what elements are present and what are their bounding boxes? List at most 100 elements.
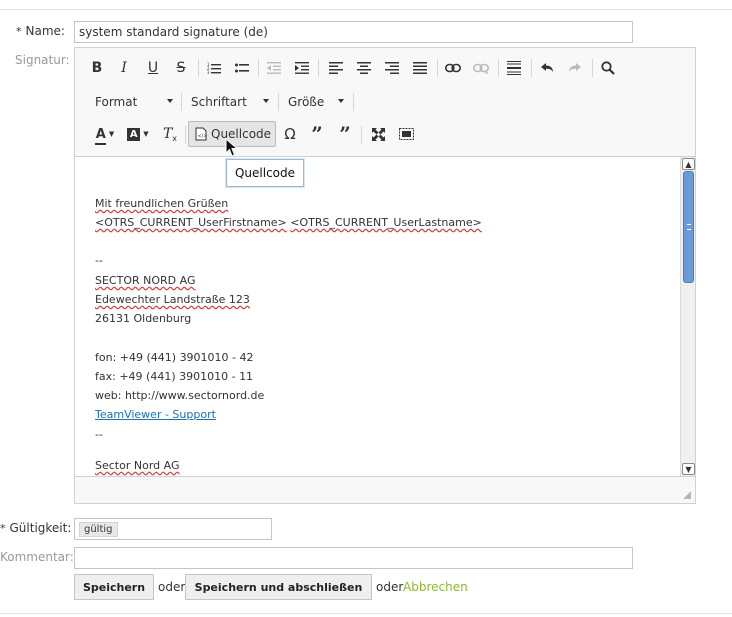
signature-name-placeholders: <OTRS_CURRENT_UserFirstname> <OTRS_CURRE…	[95, 216, 482, 229]
chevron-down-icon	[338, 99, 344, 103]
scroll-down-icon[interactable]: ▼	[682, 463, 695, 475]
source-code-label: Quellcode	[211, 127, 272, 141]
format-dropdown[interactable]: Format	[91, 91, 175, 113]
editor-scrollbar[interactable]: ▲ ▼	[680, 157, 695, 476]
link-icon[interactable]	[441, 56, 465, 80]
strikethrough-icon[interactable]: S	[169, 56, 193, 80]
bold-icon[interactable]: B	[85, 56, 109, 80]
chevron-down-icon: ▼	[108, 130, 115, 138]
bottom-divider	[0, 613, 732, 614]
mouse-cursor-icon	[225, 138, 239, 157]
scroll-up-icon[interactable]: ▲	[682, 158, 695, 170]
toolbar-separator	[531, 59, 532, 77]
font-dropdown-label: Schriftart	[191, 95, 247, 109]
or-text-2: oder	[376, 580, 404, 594]
grip-icon	[687, 224, 691, 230]
comment-input[interactable]	[74, 547, 633, 569]
name-input[interactable]: system standard signature (de)	[74, 21, 633, 43]
indent-icon[interactable]	[290, 56, 314, 80]
required-mark: *	[16, 25, 22, 38]
toolbar-separator	[318, 59, 319, 77]
or-text-1: oder	[158, 580, 186, 594]
teamviewer-support-link[interactable]: TeamViewer - Support	[95, 408, 216, 421]
background-color-button[interactable]: A ▼	[124, 122, 152, 146]
svg-text:</>: </>	[197, 134, 207, 140]
top-divider	[0, 9, 732, 10]
numbered-list-icon[interactable]: 123	[202, 56, 226, 80]
svg-text:3: 3	[207, 70, 210, 74]
editor-toolbar: B I U S 123 Format Schriftart Größe A ▼ …	[75, 48, 695, 156]
align-center-icon[interactable]	[352, 56, 376, 80]
validity-label: * Gültigkeit:	[0, 521, 71, 535]
toolbar-separator	[498, 59, 499, 77]
outdent-icon[interactable]	[262, 56, 286, 80]
show-blocks-icon[interactable]	[394, 122, 418, 146]
signature-company-2: Sector Nord AG	[95, 459, 179, 472]
rich-text-editor: B I U S 123 Format Schriftart Größe A ▼ …	[74, 47, 696, 504]
blockquote-icon[interactable]: ”	[305, 122, 329, 146]
save-and-finish-button[interactable]: Speichern und abschließen	[185, 574, 372, 600]
size-dropdown[interactable]: Größe	[284, 91, 346, 113]
signature-street: Edewechter Landstraße 123	[95, 293, 250, 306]
italic-icon[interactable]: I	[112, 56, 136, 80]
company-text: SECTOR NORD AG	[95, 274, 196, 287]
chevron-down-icon: ▼	[143, 130, 149, 138]
background-color-icon: A	[127, 127, 141, 141]
signature-greeting: Mit freundlichen Grüßen	[95, 197, 228, 210]
toolbar-separator	[592, 59, 593, 77]
signature-fax: fax: +49 (441) 3901010 - 11	[95, 370, 254, 383]
name-label-text: Name:	[25, 24, 65, 38]
search-icon[interactable]	[596, 56, 620, 80]
chevron-down-icon	[263, 99, 269, 103]
toolbar-separator	[437, 59, 438, 77]
redo-icon[interactable]	[563, 56, 587, 80]
unlink-icon[interactable]	[469, 56, 493, 80]
required-mark: *	[0, 522, 6, 535]
street-text: Edewechter Landstraße 123	[95, 293, 250, 306]
chevron-down-icon	[167, 99, 173, 103]
signature-company: SECTOR NORD AG	[95, 274, 195, 287]
text-color-button[interactable]: A ▼	[91, 122, 119, 146]
comment-label: Kommentar:	[0, 550, 74, 564]
editor-content-area[interactable]: Mit freundlichen Grüßen <OTRS_CURRENT_Us…	[75, 156, 695, 477]
source-file-icon: </>	[195, 127, 207, 141]
remove-format-icon[interactable]: Tx	[158, 122, 182, 146]
name-label: * Name:	[16, 24, 65, 38]
signature-separator-2: --	[95, 428, 103, 441]
toolbar-separator	[181, 93, 182, 111]
signature-web: web: http://www.sectornord.de	[95, 389, 265, 402]
undo-icon[interactable]	[535, 56, 559, 80]
justify-icon[interactable]	[408, 56, 432, 80]
lastname-placeholder: <OTRS_CURRENT_UserLastname>	[290, 216, 482, 229]
greeting-text: Mit freundlichen Grüßen	[95, 197, 229, 210]
size-dropdown-label: Größe	[288, 95, 325, 109]
special-char-icon[interactable]: Ω	[278, 122, 302, 146]
firstname-placeholder: <OTRS_CURRENT_UserFirstname>	[95, 216, 287, 229]
text-color-icon: A	[94, 127, 106, 145]
toolbar-separator	[258, 59, 259, 77]
toolbar-separator	[361, 126, 362, 144]
remove-blockquote-icon[interactable]: ”	[333, 122, 357, 146]
signature-separator: --	[95, 254, 103, 267]
underline-icon[interactable]: U	[141, 56, 165, 80]
signature-label: Signatur:	[15, 53, 70, 67]
resize-grip-icon[interactable]	[683, 491, 691, 499]
validity-label-text: Gültigkeit:	[9, 521, 72, 535]
horizontal-line-icon[interactable]	[502, 56, 526, 80]
toolbar-separator	[198, 59, 199, 77]
scrollbar-thumb[interactable]	[683, 171, 694, 283]
align-right-icon[interactable]	[380, 56, 404, 80]
cancel-link[interactable]: Abbrechen	[403, 580, 468, 594]
maximize-icon[interactable]	[366, 122, 390, 146]
toolbar-separator	[278, 93, 279, 111]
bulleted-list-icon[interactable]	[230, 56, 254, 80]
toolbar-separator	[185, 126, 186, 144]
font-dropdown[interactable]: Schriftart	[187, 91, 271, 113]
toolbar-separator	[353, 93, 354, 111]
save-button[interactable]: Speichern	[74, 574, 154, 600]
signature-phone: fon: +49 (441) 3901010 - 42	[95, 351, 254, 364]
validity-chip[interactable]: gültig	[79, 522, 118, 537]
validity-select[interactable]: gültig	[74, 518, 272, 540]
align-left-icon[interactable]	[324, 56, 348, 80]
format-dropdown-label: Format	[95, 95, 138, 109]
